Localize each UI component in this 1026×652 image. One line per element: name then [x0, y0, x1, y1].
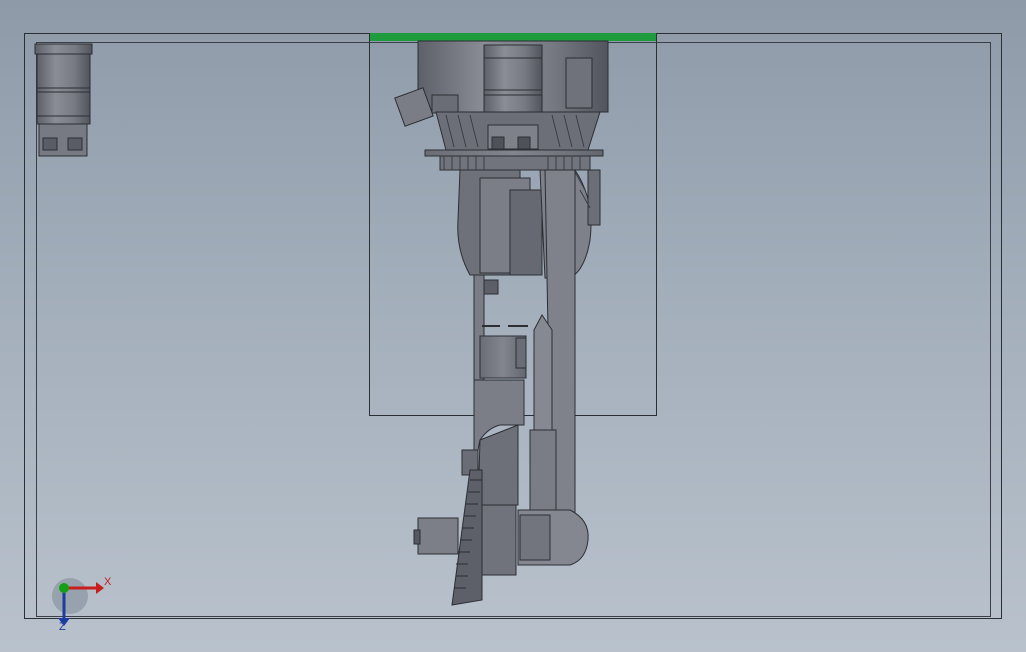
- robot-base[interactable]: [394, 40, 609, 171]
- shoulder-joint[interactable]: [457, 169, 601, 279]
- detached-gripper-part[interactable]: [34, 43, 93, 157]
- z-axis-label: Z: [59, 621, 66, 633]
- x-axis-label: X: [104, 576, 112, 588]
- robot-arm-model[interactable]: [0, 0, 1026, 652]
- coordinate-triad: [52, 578, 104, 626]
- cad-graphics-area[interactable]: X Z: [0, 0, 1026, 652]
- y-axis-dot: [59, 583, 69, 593]
